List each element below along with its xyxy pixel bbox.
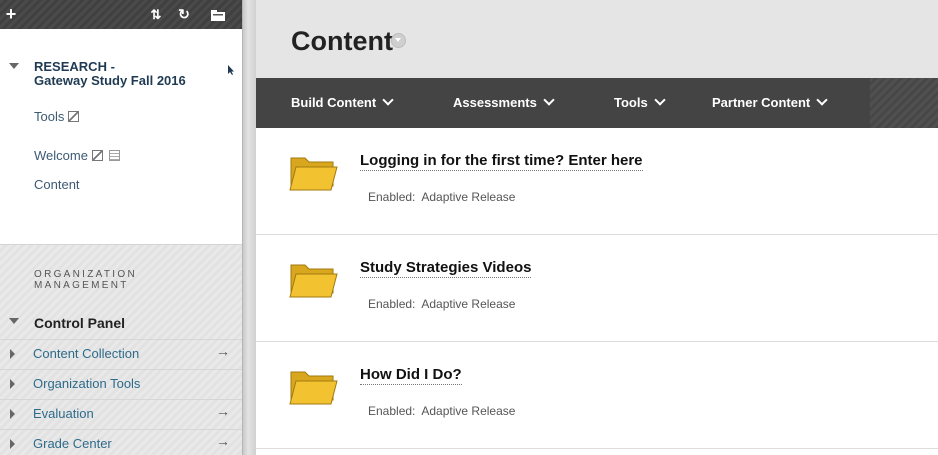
action-bar: Build Content Assessments Tools Partner …	[256, 78, 938, 128]
course-title-line1: RESEARCH -	[34, 59, 115, 74]
control-panel-item-label: Organization Tools	[33, 376, 141, 391]
course-title-line2: Gateway Study Fall 2016	[34, 73, 186, 88]
course-menu: RESEARCH - Gateway Study Fall 2016 Tools…	[0, 29, 242, 244]
control-panel-item-organization-tools[interactable]: Organization Tools	[0, 369, 242, 396]
expand-arrow-icon[interactable]	[10, 349, 15, 359]
mouse-pointer-icon	[228, 65, 234, 75]
details-label: Enabled:	[368, 404, 416, 418]
tools-label: Tools	[614, 95, 648, 110]
course-title[interactable]: RESEARCH - Gateway Study Fall 2016	[34, 60, 224, 88]
partner-content-button[interactable]: Partner Content	[712, 78, 828, 128]
page-options-chevron-icon[interactable]	[391, 33, 406, 48]
page-header: Content	[256, 0, 938, 78]
go-arrow-icon[interactable]: →	[216, 343, 230, 359]
build-content-button[interactable]: Build Content	[291, 78, 394, 128]
empty-item-icon	[108, 150, 120, 161]
page-title: Content	[291, 26, 393, 56]
organization-management-heading: ORGANIZATION MANAGEMENT	[34, 269, 214, 291]
sidebar-item-content[interactable]: Content	[34, 177, 80, 192]
hidden-from-users-icon	[91, 150, 103, 161]
heading-line2: MANAGEMENT	[34, 280, 129, 291]
refresh-icon[interactable]: ↻	[173, 0, 195, 29]
folder-icon[interactable]	[288, 152, 338, 192]
content-item: How Did I Do? Enabled: Adaptive Release	[256, 342, 938, 449]
control-panel-heading[interactable]: Control Panel	[34, 315, 125, 331]
chevron-down-icon	[543, 94, 555, 106]
action-bar-filler	[870, 78, 938, 128]
go-arrow-icon[interactable]: →	[216, 433, 230, 449]
sidebar-item-label: Tools	[34, 109, 65, 124]
expand-arrow-icon[interactable]	[10, 439, 15, 449]
chevron-down-icon	[654, 94, 666, 106]
details-value: Adaptive Release	[421, 297, 516, 311]
content-item-title[interactable]: Logging in for the first time? Enter her…	[360, 152, 643, 171]
content-item: Study Strategies Videos Enabled: Adaptive…	[256, 235, 938, 342]
chevron-down-icon	[816, 94, 828, 106]
content-item-details: Enabled: Adaptive Release	[368, 190, 515, 204]
details-value: Adaptive Release	[421, 404, 516, 418]
content-item-title[interactable]: How Did I Do?	[360, 366, 462, 385]
details-label: Enabled:	[368, 297, 416, 311]
tools-button[interactable]: Tools	[614, 78, 666, 128]
details-label: Enabled:	[368, 190, 416, 204]
sidebar-item-welcome[interactable]: Welcome	[34, 148, 120, 163]
partner-content-label: Partner Content	[712, 95, 811, 110]
reorder-icon[interactable]: ⇅	[145, 0, 167, 29]
content-item-details: Enabled: Adaptive Release	[368, 297, 515, 311]
folder-view-icon[interactable]	[207, 0, 229, 29]
build-content-label: Build Content	[291, 95, 377, 110]
collapse-control-panel-icon[interactable]	[9, 318, 19, 324]
sidebar-resize-handle[interactable]	[242, 0, 256, 455]
organization-management-panel: ORGANIZATION MANAGEMENT Control Panel Co…	[0, 244, 242, 455]
add-menu-item-button[interactable]: +	[0, 0, 22, 29]
collapse-course-icon[interactable]	[9, 63, 19, 69]
sidebar-item-tools[interactable]: Tools	[34, 109, 80, 124]
expand-arrow-icon[interactable]	[10, 409, 15, 419]
control-panel-item-label: Content Collection	[33, 346, 140, 361]
assessments-button[interactable]: Assessments	[453, 78, 555, 128]
control-panel-item-label: Evaluation	[33, 406, 94, 421]
chevron-down-icon	[382, 94, 394, 106]
expand-arrow-icon[interactable]	[10, 379, 15, 389]
folder-icon[interactable]	[288, 259, 338, 299]
main-content-area: Content Build Content Assessments Tools …	[256, 0, 938, 455]
course-menu-sidebar: + ⇅ ↻ RESEARCH - Gateway Study Fall 2016…	[0, 0, 242, 455]
course-menu-toolbar: + ⇅ ↻	[0, 0, 242, 29]
hidden-from-users-icon	[68, 111, 80, 122]
assessments-label: Assessments	[453, 95, 537, 110]
content-item-title[interactable]: Study Strategies Videos	[360, 259, 532, 278]
control-panel-item-content-collection[interactable]: Content Collection →	[0, 339, 242, 366]
control-panel-item-evaluation[interactable]: Evaluation →	[0, 399, 242, 426]
details-value: Adaptive Release	[421, 190, 516, 204]
control-panel-item-label: Grade Center	[33, 436, 112, 451]
folder-icon[interactable]	[288, 366, 338, 406]
content-item: Logging in for the first time? Enter her…	[256, 128, 938, 235]
sidebar-item-label: Welcome	[34, 148, 88, 163]
content-item-details: Enabled: Adaptive Release	[368, 404, 515, 418]
sidebar-item-label: Content	[34, 177, 80, 192]
go-arrow-icon[interactable]: →	[216, 403, 230, 419]
heading-line1: ORGANIZATION	[34, 269, 137, 280]
control-panel-item-grade-center[interactable]: Grade Center →	[0, 429, 242, 455]
